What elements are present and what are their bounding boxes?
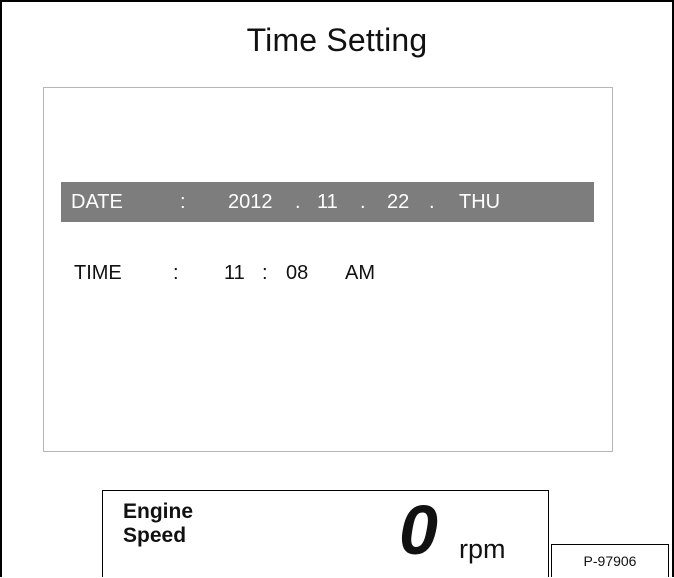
engine-speed-label-line: Speed (123, 524, 187, 547)
screen-title: Time Setting (246, 22, 428, 58)
date-weekday-field[interactable]: THU (459, 182, 500, 222)
time-colon: : (262, 262, 268, 284)
time-meridiem-field[interactable]: AM (345, 253, 375, 293)
engine-speed-label-line: Engine (123, 500, 194, 523)
date-dot: . (295, 191, 301, 213)
time-hour-field[interactable]: 11 (224, 253, 245, 293)
reference-code: P-97906 (551, 544, 669, 577)
date-separator: : (180, 191, 186, 213)
date-dot: . (360, 191, 366, 213)
time-minute-field[interactable]: 08 (286, 253, 308, 293)
date-day-field[interactable]: 22 (387, 182, 409, 222)
engine-speed-value: 0 (399, 491, 438, 569)
engine-speed-unit: rpm (459, 534, 506, 564)
date-year-field[interactable]: 2012 (228, 182, 273, 222)
time-label: TIME (74, 262, 122, 284)
engine-speed-label: Engine Speed (123, 500, 193, 548)
date-label: DATE (71, 191, 123, 213)
settings-panel: DATE : 2012 . 11 . 22 . THU TIME : 11 : … (43, 87, 613, 452)
date-month-field[interactable]: 11 (317, 182, 338, 222)
date-setting-row[interactable]: DATE : 2012 . 11 . 22 . THU (61, 182, 594, 222)
engine-speed-display: Engine Speed 0 rpm (102, 490, 549, 577)
time-separator: : (173, 262, 179, 284)
time-setting-row[interactable]: TIME : 11 : 08 AM (61, 253, 594, 293)
date-dot: . (429, 191, 435, 213)
